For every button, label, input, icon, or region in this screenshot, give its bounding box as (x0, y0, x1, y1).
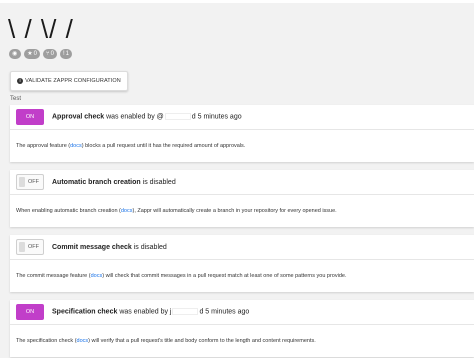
desc-text: ) will verify that a pull request's titl… (88, 338, 316, 344)
check-description: The commit message feature (docs) will c… (10, 260, 474, 292)
desc-text: When enabling automatic branch creation … (16, 208, 121, 214)
info-icon: i (17, 78, 24, 84)
toggle-label: OFF (28, 244, 39, 250)
fork-icon: ⑂ (45, 51, 50, 57)
check-card-specification: ON Specification check was enabled by j d… (10, 300, 474, 357)
issue-count: 1 (65, 51, 69, 57)
check-title: Commit message check is disabled (52, 244, 167, 251)
check-name: Specification check (52, 308, 118, 316)
check-name: Commit message check (52, 243, 132, 251)
check-status-time: d 5 minutes ago (191, 113, 242, 121)
validate-config-button[interactable]: i VALIDATE ZAPPR CONFIGURATION (10, 71, 128, 91)
toggle-label: ON (25, 114, 35, 120)
check-status: was enabled by @ (106, 113, 164, 121)
toggle-knob (19, 242, 25, 252)
toggle-label: ON (25, 309, 35, 315)
check-title: Approval check was enabled by @ d 5 minut… (52, 113, 242, 121)
star-badge: ★ 0 (24, 49, 40, 59)
eye-badge: ◉ (9, 49, 22, 59)
repo-title: \ / \/ / (8, 14, 74, 44)
check-name: Approval check (52, 113, 105, 121)
section-label: Test (10, 96, 22, 102)
desc-text: The commit message feature ( (16, 273, 91, 279)
desc-text: ) blocks a pull request until it has the… (81, 143, 246, 149)
check-card-header: OFF Automatic branch creation is disable… (10, 170, 474, 195)
commit-message-toggle[interactable]: OFF (16, 239, 44, 255)
check-card-branch-creation: OFF Automatic branch creation is disable… (10, 170, 474, 227)
eye-icon: ◉ (12, 51, 18, 57)
check-status: is disabled (133, 243, 167, 251)
specification-toggle[interactable]: ON (16, 304, 44, 320)
check-name: Automatic branch creation (52, 178, 141, 186)
docs-link[interactable]: docs (91, 273, 103, 279)
star-count: 0 (33, 51, 37, 57)
check-description: The specification check (docs) will veri… (10, 325, 474, 357)
toggle-label: OFF (28, 179, 39, 185)
check-card-approval: ON Approval check was enabled by @ d 5 mi… (10, 105, 474, 162)
desc-text: ) will check that commit messages in a p… (102, 273, 347, 279)
desc-text: ), Zappr will automatically create a bra… (132, 208, 337, 214)
fork-badge: ⑂ 0 (42, 49, 57, 59)
toggle-knob (19, 177, 25, 187)
check-status-time: d 5 minutes ago (199, 308, 250, 316)
check-status: was enabled by j (119, 308, 172, 316)
top-bar (0, 0, 474, 3)
issue-badge: ! 1 (59, 49, 72, 59)
check-card-header: ON Approval check was enabled by @ d 5 mi… (10, 105, 474, 130)
repo-badges: ◉ ★ 0 ⑂ 0 ! 1 (9, 49, 72, 59)
approval-toggle[interactable]: ON (16, 109, 44, 125)
check-title: Specification check was enabled by j d 5 … (52, 308, 250, 316)
docs-link[interactable]: docs (121, 208, 133, 214)
check-card-header: ON Specification check was enabled by j d… (10, 300, 474, 325)
check-description: The approval feature (docs) blocks a pul… (10, 130, 474, 162)
validate-config-label: VALIDATE ZAPPR CONFIGURATION (25, 78, 121, 84)
check-card-commit-message: OFF Commit message check is disabled The… (10, 235, 474, 292)
docs-link[interactable]: docs (70, 143, 82, 149)
issue-icon: ! (62, 51, 65, 57)
branch-creation-toggle[interactable]: OFF (16, 174, 44, 190)
redacted-username (172, 308, 199, 316)
desc-text: The specification check ( (16, 338, 77, 344)
redacted-username (164, 113, 191, 121)
desc-text: The approval feature ( (16, 143, 71, 149)
check-title: Automatic branch creation is disabled (52, 179, 176, 186)
check-card-header: OFF Commit message check is disabled (10, 235, 474, 260)
fork-count: 0 (50, 51, 54, 57)
docs-link[interactable]: docs (77, 338, 89, 344)
check-description: When enabling automatic branch creation … (10, 195, 474, 227)
star-icon: ★ (27, 51, 33, 57)
check-status: is disabled (142, 178, 176, 186)
